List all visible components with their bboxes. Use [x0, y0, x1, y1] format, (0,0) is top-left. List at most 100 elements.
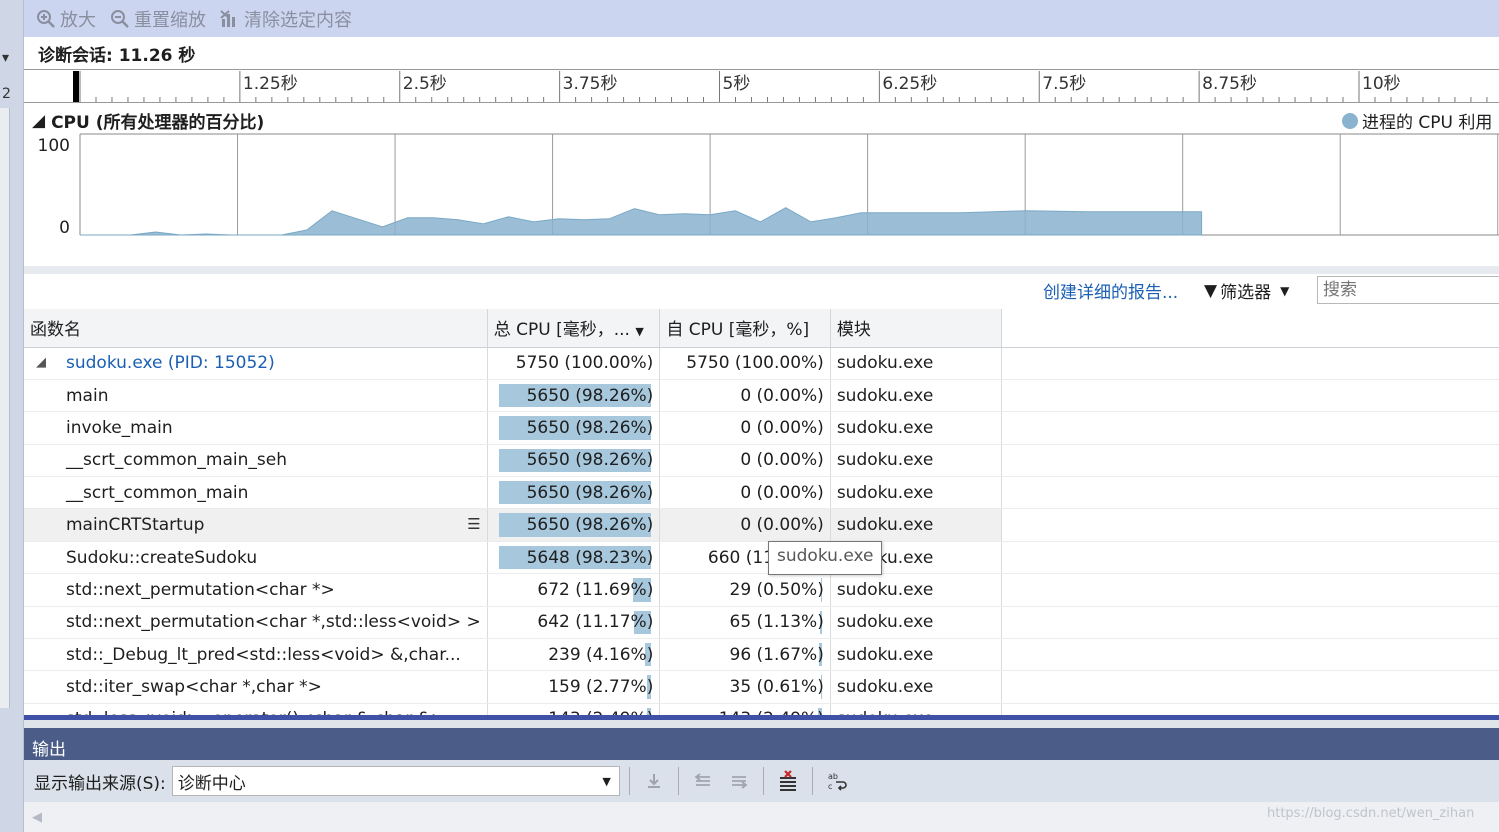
function-name-cell: std::iter_swap<char *,char *>	[24, 670, 488, 704]
ruler-tick-label: 7.5秒	[1042, 74, 1086, 94]
module-cell: sudoku.exe	[830, 379, 1003, 413]
toolbar-separator	[762, 767, 764, 795]
self-cpu-cell: 0 (0.00%)	[659, 508, 831, 542]
total-cpu-cell: 239 (4.16%)	[487, 638, 661, 672]
table-row[interactable]: __scrt_common_main 5650 (98.26%) 0 (0.00%)…	[24, 476, 1499, 510]
self-cpu-value: 0 (0.00%)	[740, 385, 824, 406]
total-cpu-value: 5648 (98.23%)	[526, 547, 654, 568]
function-name: __scrt_common_main	[66, 482, 249, 503]
zoom-in-icon	[37, 9, 55, 28]
module-cell: sudoku.exe	[830, 703, 1003, 715]
left-strip-arrow: ▾	[2, 50, 10, 66]
zoom-in-button[interactable]: 放大	[36, 6, 96, 32]
scroll-left-icon[interactable]: ◀	[32, 810, 42, 825]
table-row[interactable]: std::iter_swap<char *,char *> 159 (2.77%)…	[24, 670, 1499, 704]
zoom-out-icon	[111, 9, 129, 28]
clear-selection-button[interactable]: 清除选定内容	[220, 6, 352, 32]
toolbar-separator	[677, 767, 679, 795]
column-total-cpu[interactable]: 总 CPU [毫秒，... ▼	[487, 309, 661, 348]
svg-text:c: c	[828, 782, 832, 791]
word-wrap-button[interactable]: ab c	[822, 766, 852, 796]
total-cpu-cell: 5650 (98.26%)	[487, 379, 661, 413]
module-cell: sudoku.exe	[830, 606, 1003, 640]
self-cpu-value: 0 (0.00%)	[740, 515, 824, 536]
total-cpu-cell: 159 (2.77%)	[487, 670, 661, 704]
total-cpu-cell: 5650 (98.26%)	[487, 444, 661, 478]
filter-funnel-icon: ▼	[1204, 280, 1218, 301]
function-name-cell: invoke_main	[24, 411, 488, 445]
table-row[interactable]: std::less<void>::operator()<char &,char …	[24, 703, 1499, 715]
empty-cell	[1001, 476, 1499, 510]
table-row[interactable]: main 5650 (98.26%) 0 (0.00%) sudoku.exe	[24, 379, 1499, 413]
cpu-panel-header[interactable]: ◢ CPU (所有处理器的百分比)	[32, 108, 265, 134]
call-tree-icon[interactable]: ☰	[467, 515, 480, 533]
function-name: sudoku.exe (PID: 15052)	[66, 353, 275, 374]
timeline-cursor[interactable]	[73, 71, 79, 102]
self-cpu-cell: 143 (2.49%)	[659, 703, 831, 715]
module-tooltip: sudoku.exe	[768, 541, 883, 575]
cpu-series-area[interactable]	[80, 207, 1203, 236]
self-cpu-cell: 65 (1.13%)	[659, 606, 831, 640]
total-cpu-cell: 143 (2.49%)	[487, 703, 661, 715]
total-cpu-value: 5650 (98.26%)	[526, 515, 654, 536]
self-cpu-cell: 96 (1.67%)	[659, 638, 831, 672]
left-strip-panel	[0, 108, 10, 708]
empty-cell	[1001, 541, 1499, 575]
table-row[interactable]: Sudoku::createSudoku 5648 (98.23%) 660 (11…	[24, 541, 1499, 575]
table-row[interactable]: __scrt_common_main_seh 5650 (98.26%) 0 (0.…	[24, 444, 1499, 478]
empty-cell	[1001, 638, 1499, 672]
table-row[interactable]: ◢ sudoku.exe (PID: 15052) 5750 (100.00%) 57…	[24, 347, 1499, 380]
self-cpu-value: 5750 (100.00%)	[686, 353, 824, 374]
reset-zoom-button[interactable]: 重置缩放	[110, 6, 206, 32]
filter-dropdown[interactable]: ▼ 筛选器 ▼	[1204, 278, 1290, 304]
expand-triangle-icon[interactable]: ◢	[36, 355, 46, 370]
toolbar-separator	[628, 767, 630, 795]
function-name: std::iter_swap<char *,char *>	[66, 677, 322, 698]
clear-all-button[interactable]	[773, 766, 803, 796]
function-name-cell: std::next_permutation<char *,std::less<v…	[24, 606, 488, 640]
output-source-label: 显示输出来源(S):	[34, 773, 166, 794]
chevron-down-icon: ▼	[1280, 283, 1290, 298]
find-message-button[interactable]	[639, 766, 669, 796]
previous-message-button[interactable]	[688, 766, 718, 796]
function-name-cell: std::less<void>::operator()<char &,char …	[24, 703, 488, 715]
total-cpu-cell: 5650 (98.26%)	[487, 411, 661, 445]
empty-cell	[1001, 606, 1499, 640]
total-cpu-cell: 5750 (100.00%)	[487, 347, 661, 380]
left-tool-strip: ▾ 2	[0, 0, 24, 832]
function-name-cell: __scrt_common_main_seh	[24, 444, 488, 478]
function-name-cell: std::_Debug_lt_pred<std::less<void> &,ch…	[24, 638, 488, 672]
sort-desc-icon: ▼	[635, 325, 644, 339]
search-input[interactable]	[1317, 276, 1499, 304]
column-function-name[interactable]: 函数名	[24, 309, 488, 348]
column-module[interactable]: 模块	[830, 309, 1003, 348]
cpu-panel-title: CPU (所有处理器的百分比)	[51, 113, 265, 133]
function-name: std::next_permutation<char *>	[66, 579, 335, 600]
next-message-button[interactable]	[724, 766, 754, 796]
watermark: https://blog.csdn.net/wen_zihan	[1267, 806, 1475, 821]
total-cpu-value: 239 (4.16%)	[548, 644, 654, 665]
module-cell: sudoku.exe	[830, 411, 1003, 445]
table-row[interactable]: std::_Debug_lt_pred<std::less<void> &,ch…	[24, 638, 1499, 672]
session-duration: 诊断会话: 11.26 秒	[38, 45, 196, 66]
timeline-ruler[interactable]: 1.25秒 2.5秒 3.75秒 5秒 6.25秒 7.5秒 8.75秒 10秒	[24, 69, 1499, 103]
empty-cell	[1001, 573, 1499, 607]
table-row[interactable]: std::next_permutation<char *,std::less<v…	[24, 606, 1499, 640]
table-row[interactable]: invoke_main 5650 (98.26%) 0 (0.00%) sudoku.…	[24, 411, 1499, 445]
table-row[interactable]: std::next_permutation<char *> 672 (11.69%…	[24, 573, 1499, 607]
session-header: 诊断会话: 11.26 秒	[24, 37, 1499, 69]
diagnostics-toolbar: 放大 重置缩放 清除选定内容	[24, 0, 1499, 37]
self-cpu-value: 35 (0.61%)	[729, 677, 824, 698]
ruler-tick-label: 1.25秒	[243, 74, 298, 94]
zoom-in-label: 放大	[60, 9, 96, 31]
create-report-link[interactable]: 创建详细的报告...	[1043, 278, 1178, 303]
collapse-triangle-icon[interactable]: ◢	[32, 111, 45, 131]
y-axis-max-label: 100	[38, 136, 70, 156]
self-cpu-value: 96 (1.67%)	[729, 644, 824, 665]
table-row[interactable]: mainCRTStartup ☰ 5650 (98.26%) 0 (0.00%) sud…	[24, 508, 1499, 542]
empty-cell	[1001, 411, 1499, 445]
module-cell: sudoku.exe	[830, 573, 1003, 607]
self-cpu-value: 0 (0.00%)	[740, 417, 824, 438]
output-source-select[interactable]: 诊断中心 ▼	[171, 766, 620, 796]
column-self-cpu[interactable]: 自 CPU [毫秒，%]	[659, 309, 831, 348]
